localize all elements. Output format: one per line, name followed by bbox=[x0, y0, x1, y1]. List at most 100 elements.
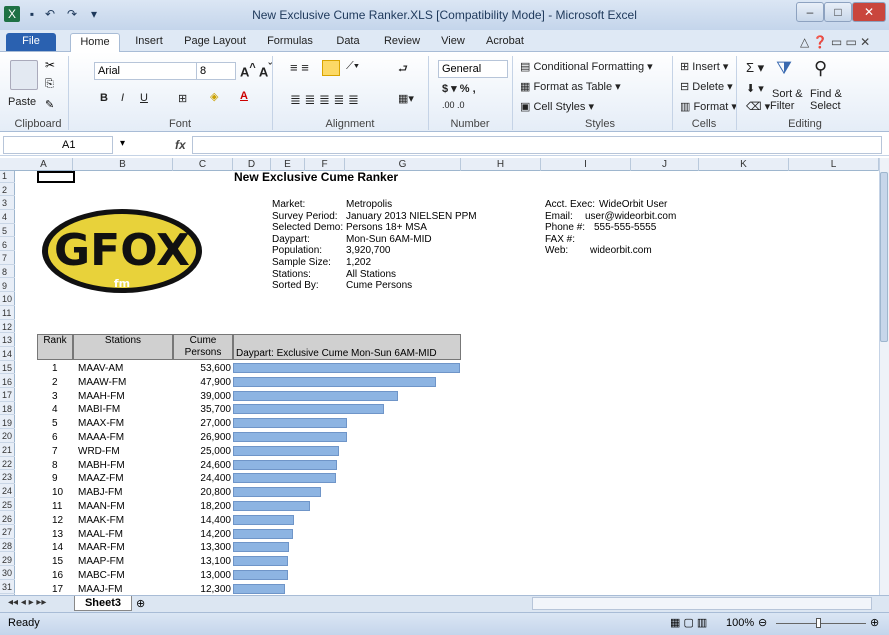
tab-file[interactable]: File bbox=[6, 33, 56, 51]
name-box[interactable]: A1 bbox=[3, 136, 113, 154]
copy-icon[interactable]: ⎘ bbox=[45, 78, 54, 91]
row-header-18[interactable]: 18 bbox=[0, 404, 15, 416]
row-header-30[interactable]: 30 bbox=[0, 568, 15, 580]
tab-data[interactable]: Data bbox=[328, 33, 368, 51]
align-left-icon[interactable]: ≣ ≣ ≣ ≣ ≣ bbox=[290, 92, 359, 108]
column-header-k[interactable]: K bbox=[699, 158, 789, 171]
font-name-select[interactable]: Arial bbox=[94, 62, 204, 80]
insert-cells-button[interactable]: ⊞ Insert ▾ bbox=[680, 60, 728, 73]
row-header-20[interactable]: 20 bbox=[0, 431, 15, 443]
autosum-icon[interactable]: Σ ▾ bbox=[746, 60, 764, 76]
row-header-9[interactable]: 9 bbox=[0, 281, 15, 293]
fill-icon[interactable]: ⬇ ▾ bbox=[746, 82, 764, 95]
namebox-dropdown-icon[interactable]: ▾ bbox=[120, 138, 125, 149]
tab-view[interactable]: View bbox=[436, 33, 470, 51]
clear-icon[interactable]: ⌫ ▾ bbox=[746, 100, 770, 113]
sort-label[interactable]: Sort & bbox=[772, 88, 803, 100]
sheet-nav-icon[interactable]: ◂◂ ◂ ▸ ▸▸ bbox=[8, 597, 46, 608]
fill-color-icon[interactable]: ◈ bbox=[210, 90, 218, 103]
border-icon[interactable]: ⊞ bbox=[178, 92, 187, 105]
row-header-5[interactable]: 5 bbox=[0, 226, 15, 238]
bold-button[interactable]: B bbox=[100, 92, 108, 104]
format-painter-icon[interactable]: ✎ bbox=[45, 98, 54, 111]
row-header-11[interactable]: 11 bbox=[0, 308, 15, 320]
horizontal-scrollbar[interactable] bbox=[532, 597, 872, 610]
conditional-formatting-button[interactable]: ▤ Conditional Formatting ▾ bbox=[520, 60, 653, 73]
row-header-15[interactable]: 15 bbox=[0, 363, 15, 375]
zoom-in-icon[interactable]: ⊕ bbox=[870, 616, 879, 629]
row-header-17[interactable]: 17 bbox=[0, 390, 15, 402]
paste-icon[interactable] bbox=[10, 60, 38, 90]
tab-review[interactable]: Review bbox=[378, 33, 426, 51]
format-as-table-button[interactable]: ▦ Format as Table ▾ bbox=[520, 80, 621, 93]
row-header-3[interactable]: 3 bbox=[0, 198, 15, 210]
delete-cells-button[interactable]: ⊟ Delete ▾ bbox=[680, 80, 733, 93]
sort-filter-icon[interactable]: ⧩ bbox=[776, 58, 792, 79]
column-header-l[interactable]: L bbox=[789, 158, 879, 171]
minimize-button[interactable]: – bbox=[796, 2, 824, 22]
row-header-25[interactable]: 25 bbox=[0, 500, 15, 512]
row-header-6[interactable]: 6 bbox=[0, 240, 15, 251]
row-header-23[interactable]: 23 bbox=[0, 472, 15, 484]
zoom-out-icon[interactable]: ⊖ bbox=[758, 616, 767, 629]
row-header-7[interactable]: 7 bbox=[0, 253, 15, 265]
tab-formulas[interactable]: Formulas bbox=[262, 33, 318, 51]
filter-label[interactable]: Filter bbox=[770, 100, 794, 112]
column-header-j[interactable]: J bbox=[631, 158, 699, 171]
row-header-21[interactable]: 21 bbox=[0, 445, 15, 457]
sheet-tab-sheet3[interactable]: Sheet3 bbox=[74, 596, 132, 611]
column-header-a[interactable]: A bbox=[15, 158, 73, 171]
tab-insert[interactable]: Insert bbox=[128, 33, 170, 51]
row-header-26[interactable]: 26 bbox=[0, 514, 15, 525]
row-header-16[interactable]: 16 bbox=[0, 377, 15, 388]
merge-icon[interactable]: ▦▾ bbox=[398, 92, 414, 105]
zoom-slider[interactable] bbox=[776, 623, 866, 624]
tab-page-layout[interactable]: Page Layout bbox=[180, 33, 250, 51]
close-button[interactable]: ✕ bbox=[852, 2, 886, 22]
row-header-14[interactable]: 14 bbox=[0, 349, 15, 361]
column-header-c[interactable]: C bbox=[173, 158, 233, 171]
align-middle-icon[interactable] bbox=[322, 60, 340, 76]
align-top-icon[interactable]: ≡ ≡ bbox=[290, 60, 309, 75]
format-cells-button[interactable]: ▥ Format ▾ bbox=[680, 100, 737, 113]
currency-icon[interactable]: $ ▾ % , bbox=[442, 82, 476, 95]
font-size-select[interactable]: 8 bbox=[196, 62, 236, 80]
column-header-h[interactable]: H bbox=[461, 158, 541, 171]
row-header-24[interactable]: 24 bbox=[0, 486, 15, 498]
row-header-2[interactable]: 2 bbox=[0, 185, 15, 197]
grow-font-icon[interactable]: A^ Aˇ bbox=[240, 62, 272, 79]
row-header-29[interactable]: 29 bbox=[0, 555, 15, 567]
tab-acrobat[interactable]: Acrobat bbox=[480, 33, 530, 51]
row-header-31[interactable]: 31 bbox=[0, 582, 15, 594]
row-header-28[interactable]: 28 bbox=[0, 541, 15, 553]
decimal-icon[interactable]: .00 .0 bbox=[442, 100, 465, 110]
zoom-level[interactable]: 100% bbox=[726, 617, 754, 629]
row-header-22[interactable]: 22 bbox=[0, 459, 15, 471]
number-format-select[interactable]: General bbox=[438, 60, 508, 78]
insert-function-icon[interactable]: fx bbox=[175, 138, 186, 152]
cut-icon[interactable]: ✂ bbox=[45, 58, 55, 72]
row-header-8[interactable]: 8 bbox=[0, 267, 15, 279]
tab-home[interactable]: Home bbox=[70, 33, 120, 53]
active-cell-a1[interactable] bbox=[37, 171, 75, 183]
cell-styles-button[interactable]: ▣ Cell Styles ▾ bbox=[520, 100, 594, 113]
paste-label[interactable]: Paste bbox=[8, 96, 36, 108]
find-label[interactable]: Find & bbox=[810, 88, 842, 100]
row-header-13[interactable]: 13 bbox=[0, 335, 15, 347]
column-header-b[interactable]: B bbox=[73, 158, 173, 171]
row-header-19[interactable]: 19 bbox=[0, 418, 15, 430]
zoom-slider-thumb[interactable] bbox=[816, 618, 821, 628]
maximize-button[interactable]: □ bbox=[824, 2, 852, 22]
underline-button[interactable]: U bbox=[140, 92, 148, 104]
select-label[interactable]: Select bbox=[810, 100, 841, 112]
view-buttons-icon[interactable]: ▦ ▢ ▥ bbox=[670, 616, 707, 629]
row-header-4[interactable]: 4 bbox=[0, 212, 15, 224]
orientation-icon[interactable]: ⟋▾ bbox=[346, 60, 359, 73]
italic-button[interactable]: I bbox=[121, 92, 124, 104]
help-icon[interactable]: △ ❓ ▭ ▭ ✕ bbox=[800, 35, 870, 49]
find-icon[interactable]: ⚲ bbox=[814, 58, 827, 79]
row-header-12[interactable]: 12 bbox=[0, 322, 15, 334]
row-header-1[interactable]: 1 bbox=[0, 171, 15, 183]
wrap-text-icon[interactable]: ⮐ bbox=[398, 60, 408, 79]
formula-input[interactable] bbox=[192, 136, 882, 154]
